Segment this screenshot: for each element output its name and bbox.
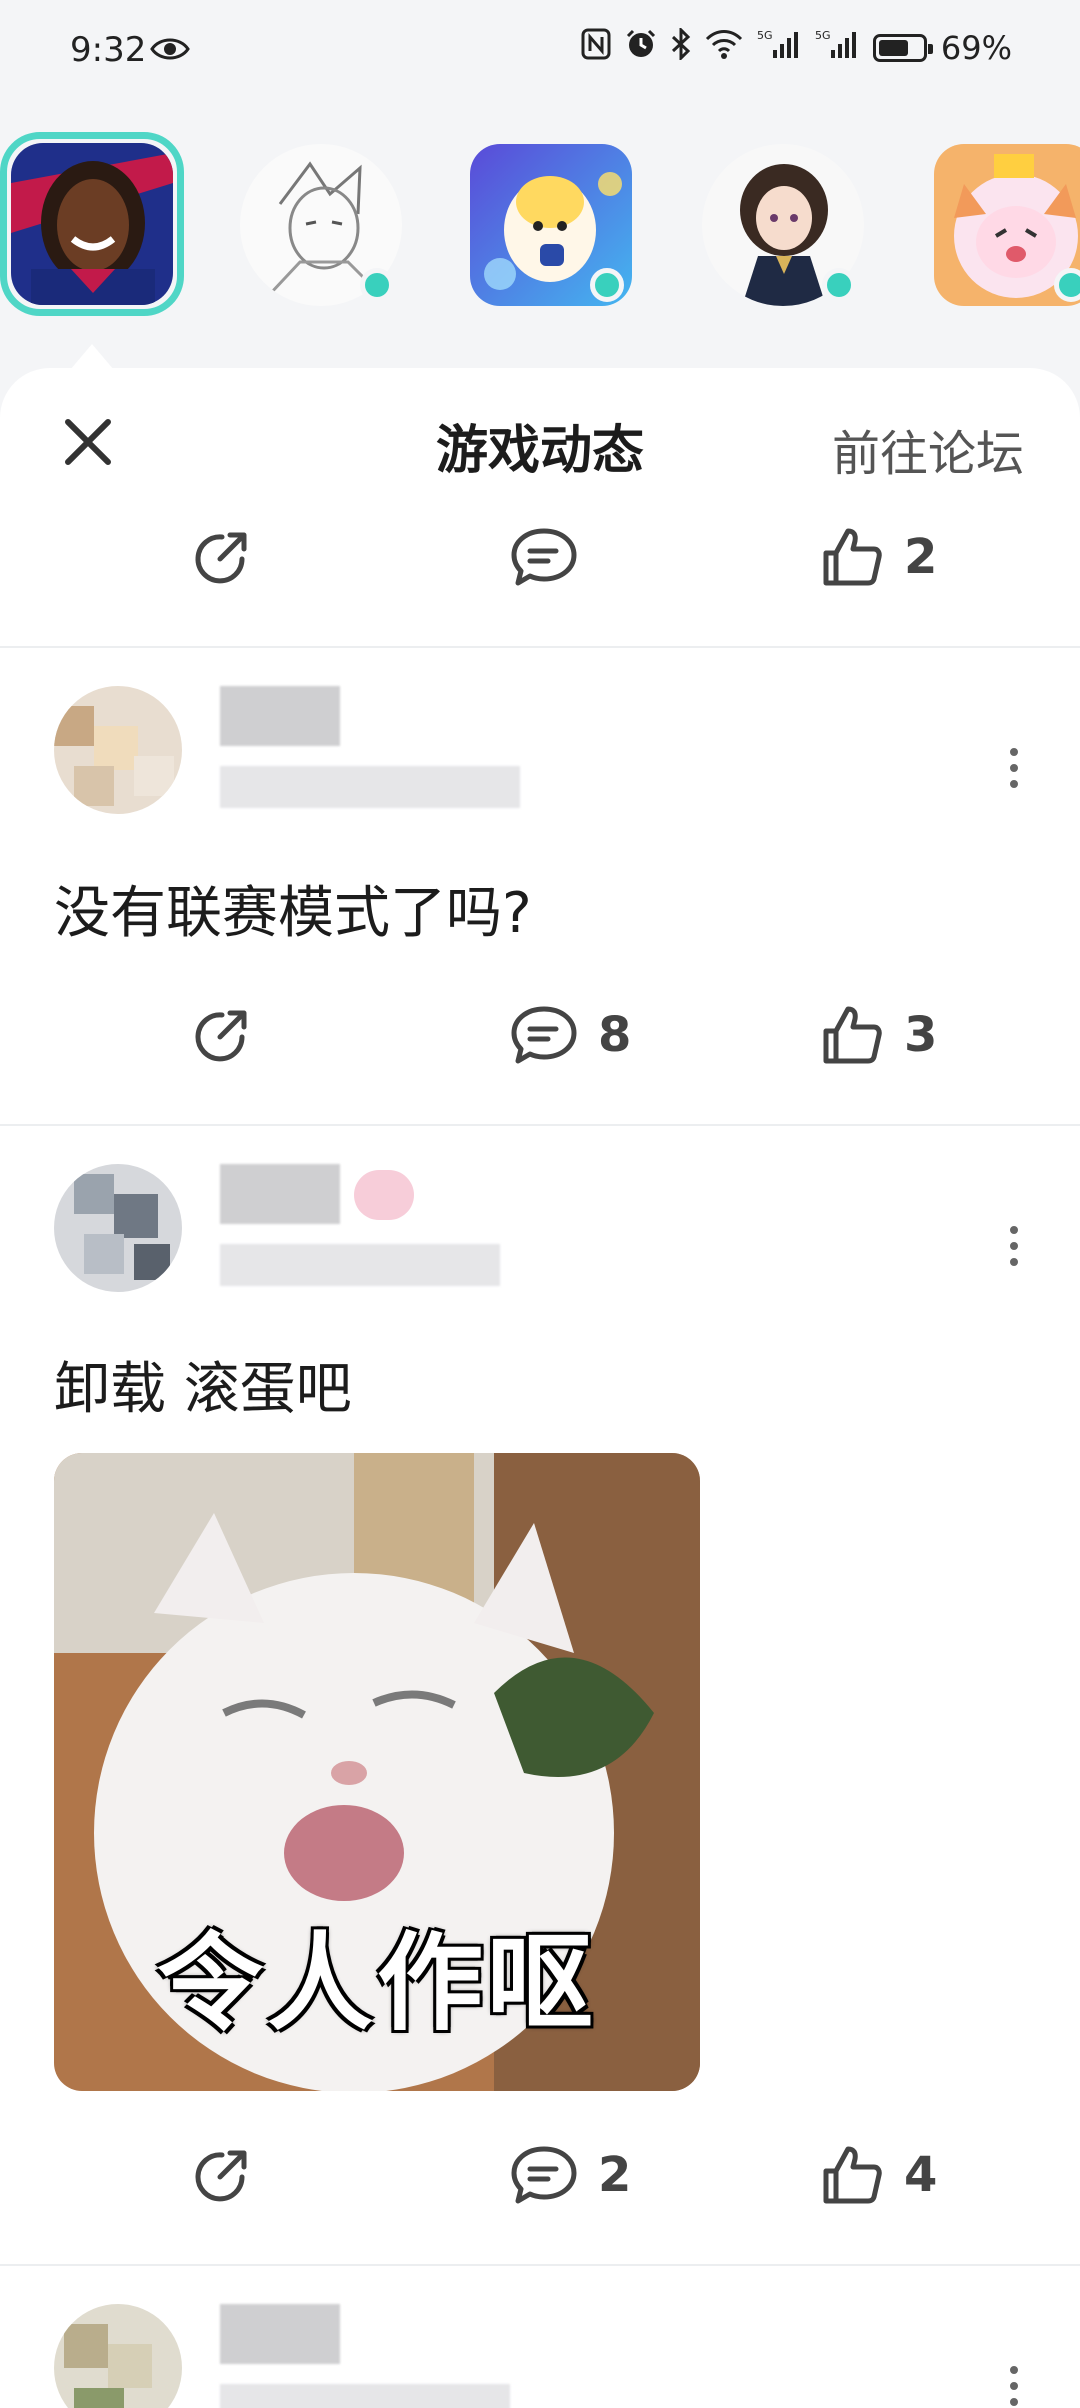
divider xyxy=(0,2264,1080,2266)
more-options-button[interactable] xyxy=(1004,738,1024,798)
post-text: 卸载 滚蛋吧 xyxy=(54,1357,352,1422)
wifi-icon xyxy=(705,29,743,67)
eggy-avatar[interactable] xyxy=(470,144,632,306)
avatar[interactable] xyxy=(54,686,182,814)
image-caption: 令人作呕 xyxy=(157,1922,597,2045)
share-button[interactable] xyxy=(190,2130,254,2220)
game-avatar-strip[interactable] xyxy=(0,130,1080,330)
like-count: 4 xyxy=(904,2147,938,2203)
online-indicator xyxy=(1054,268,1080,302)
battery-icon xyxy=(872,34,933,62)
like-count: 3 xyxy=(904,1007,938,1063)
post-meta-blurred xyxy=(220,2384,510,2408)
eye-icon xyxy=(150,36,190,66)
online-indicator xyxy=(822,268,856,302)
sheet-header: 游戏动态 前往论坛 xyxy=(0,368,1080,518)
share-icon xyxy=(195,1010,247,1062)
go-to-forum-link[interactable]: 前往论坛 xyxy=(832,414,1024,484)
status-bar: 9:32 5G 5G 69% xyxy=(0,0,1080,104)
post-action-row: 2 4 xyxy=(0,2130,1080,2220)
comment-button[interactable]: 8 xyxy=(510,990,631,1080)
post-header xyxy=(54,1164,1024,1304)
divider xyxy=(0,1124,1080,1126)
post-header xyxy=(54,2304,1024,2408)
status-time: 9:32 xyxy=(70,30,147,70)
game-feed-sheet: 游戏动态 前往论坛 2 没有联赛模式了吗? 8 3 卸载 滚蛋吧 令人作呕 2 … xyxy=(0,368,1080,2408)
like-button[interactable]: 2 xyxy=(820,512,937,602)
divider xyxy=(0,646,1080,648)
like-button[interactable]: 4 xyxy=(820,2130,937,2220)
username-blurred[interactable] xyxy=(220,686,340,746)
share-icon xyxy=(195,2150,247,2202)
share-button[interactable] xyxy=(190,512,254,602)
like-button[interactable]: 3 xyxy=(820,990,937,1080)
post-action-row: 8 3 xyxy=(0,990,1080,1080)
more-vertical-icon xyxy=(1010,748,1018,788)
thumbs-up-icon xyxy=(823,1006,882,1064)
post-meta-blurred xyxy=(220,766,520,808)
avatar[interactable] xyxy=(54,1164,182,1292)
alarm-icon xyxy=(625,28,657,68)
sketch-avatar[interactable] xyxy=(240,144,402,306)
username-blurred[interactable] xyxy=(220,1164,340,1224)
more-options-button[interactable] xyxy=(1004,1216,1024,1276)
battery-percent: 69% xyxy=(940,29,1012,67)
more-vertical-icon xyxy=(1010,1226,1018,1266)
share-button[interactable] xyxy=(190,990,254,1080)
cat-hood-avatar[interactable] xyxy=(934,144,1080,306)
post-meta-blurred xyxy=(220,1244,500,1286)
online-indicator xyxy=(590,268,624,302)
post-action-row: 2 xyxy=(0,512,1080,602)
signal-5g-icon: 5G xyxy=(815,28,859,68)
share-icon xyxy=(195,532,247,584)
nfc-icon xyxy=(581,28,611,68)
signal-5g-icon: 5G xyxy=(757,28,801,68)
comment-icon xyxy=(511,1006,577,1064)
svg-text:5G: 5G xyxy=(815,29,831,42)
comment-button[interactable] xyxy=(510,512,598,602)
comment-icon xyxy=(511,2146,577,2204)
bluetooth-icon xyxy=(671,26,691,68)
online-indicator xyxy=(360,268,394,302)
selection-pointer xyxy=(70,344,114,370)
thumbs-up-icon xyxy=(823,2146,882,2204)
selected-game-avatar[interactable] xyxy=(0,132,184,316)
comment-icon xyxy=(511,528,577,586)
username-blurred[interactable] xyxy=(220,2304,340,2364)
avatar[interactable] xyxy=(54,2304,182,2408)
user-badge xyxy=(354,1170,414,1220)
thumbs-up-icon xyxy=(823,528,882,586)
svg-text:5G: 5G xyxy=(757,29,773,42)
like-count: 2 xyxy=(904,529,938,585)
post-header xyxy=(54,686,1024,826)
comment-count: 2 xyxy=(598,2147,632,2203)
more-vertical-icon xyxy=(1010,2366,1018,2406)
anime-girl-avatar[interactable] xyxy=(702,144,864,306)
comment-button[interactable]: 2 xyxy=(510,2130,631,2220)
more-options-button[interactable] xyxy=(1004,2356,1024,2408)
comment-count: 8 xyxy=(598,1007,632,1063)
post-image[interactable]: 令人作呕 xyxy=(54,1453,700,2091)
post-text: 没有联赛模式了吗? xyxy=(54,881,532,946)
